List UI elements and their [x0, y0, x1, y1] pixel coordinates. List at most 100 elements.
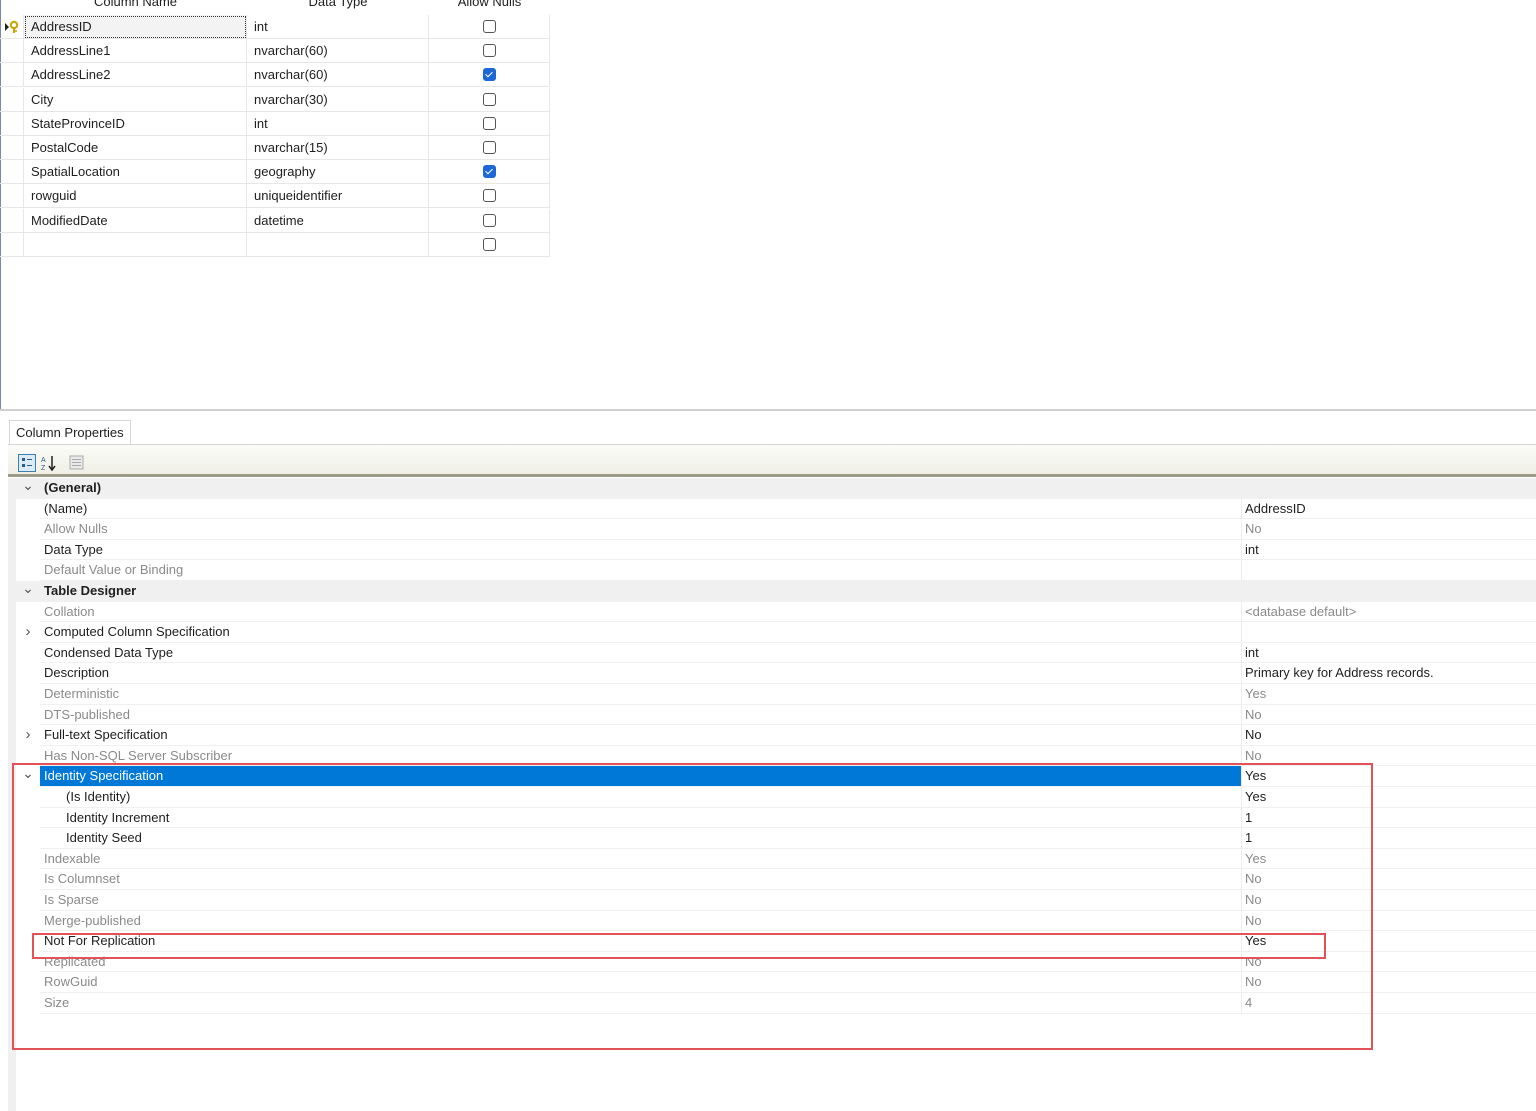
property-row[interactable]: Data Type int	[16, 539, 1536, 561]
column-name-cell[interactable]: AddressLine1	[24, 39, 247, 64]
data-type-cell[interactable]	[247, 232, 429, 257]
categorized-icon[interactable]	[18, 454, 36, 472]
property-row[interactable]: Description Primary key for Address recor…	[16, 663, 1536, 684]
row-selector[interactable]	[0, 184, 24, 209]
data-type-cell[interactable]: datetime	[247, 208, 429, 233]
row-selector[interactable]	[0, 87, 24, 112]
allow-nulls-checkbox[interactable]	[483, 141, 496, 154]
allow-nulls-checkbox[interactable]	[483, 116, 496, 130]
property-row[interactable]: Allow Nulls No	[16, 519, 1536, 540]
table-row[interactable]: rowguid uniqueidentifier	[0, 184, 550, 209]
data-type-cell[interactable]: int	[247, 111, 429, 136]
table-row[interactable]: AddressLine2 nvarchar(60)	[0, 63, 550, 88]
table-row[interactable]	[0, 232, 550, 257]
property-row[interactable]: › Full-text Specification No	[16, 725, 1536, 746]
allow-nulls-checkbox[interactable]	[483, 68, 496, 82]
tab-column-properties[interactable]: Column Properties	[9, 420, 131, 445]
table-row[interactable]: AddressLine1 nvarchar(60)	[0, 39, 550, 64]
property-row[interactable]: Indexable Yes	[16, 848, 1536, 870]
table-row[interactable]: StateProvinceID int	[0, 111, 550, 136]
row-selector[interactable]	[0, 39, 24, 64]
allow-nulls-checkbox[interactable]	[483, 165, 496, 179]
row-selector[interactable]	[0, 136, 24, 160]
property-row[interactable]: Not For Replication Yes	[16, 931, 1536, 952]
table-row[interactable]: AddressID int	[0, 15, 550, 39]
column-name-cell[interactable]: AddressLine2	[24, 63, 247, 88]
chevron-right-icon[interactable]: ›	[22, 624, 34, 639]
allow-nulls-checkbox[interactable]	[483, 44, 496, 58]
chevron-right-icon[interactable]: ›	[22, 727, 34, 742]
property-value[interactable]: Yes	[1245, 931, 1266, 951]
property-value[interactable]: AddressID	[1245, 499, 1306, 519]
chevron-down-icon[interactable]: ⌄	[22, 478, 34, 494]
property-row[interactable]: Deterministic Yes	[16, 684, 1536, 705]
property-row[interactable]: Collation <database default>	[16, 601, 1536, 623]
property-value[interactable]: No	[1245, 725, 1262, 745]
column-name-header[interactable]: Column Name	[24, 0, 247, 12]
table-row[interactable]: City nvarchar(30)	[0, 87, 550, 112]
alphabetical-sort-icon[interactable]: AZ	[40, 454, 58, 472]
property-row[interactable]: (Name) AddressID	[16, 498, 1536, 520]
property-row[interactable]: Identity Increment 1	[16, 807, 1536, 829]
row-selector[interactable]	[0, 15, 24, 39]
column-name-cell[interactable]: rowguid	[24, 184, 247, 209]
allow-nulls-checkbox[interactable]	[483, 213, 496, 227]
property-value[interactable]: int	[1245, 540, 1259, 560]
allow-nulls-checkbox[interactable]	[483, 20, 496, 33]
chevron-down-icon[interactable]: ⌄	[22, 766, 34, 782]
property-row[interactable]: Default Value or Binding	[16, 560, 1536, 581]
pane-splitter[interactable]	[0, 409, 1536, 411]
data-type-cell[interactable]: nvarchar(60)	[247, 63, 429, 88]
data-type-cell[interactable]: nvarchar(30)	[247, 87, 429, 112]
row-selector[interactable]	[0, 111, 24, 136]
chevron-down-icon[interactable]: ⌄	[22, 581, 34, 597]
column-name-cell[interactable]: PostalCode	[24, 136, 247, 160]
allow-nulls-checkbox[interactable]	[483, 92, 496, 106]
property-row[interactable]: Is Columnset No	[16, 869, 1536, 890]
property-row[interactable]: (Is Identity) Yes	[16, 787, 1536, 808]
property-category[interactable]: ⌄ Table Designer	[16, 581, 1536, 602]
data-type-cell[interactable]: uniqueidentifier	[247, 184, 429, 209]
property-value[interactable]: 1	[1245, 808, 1252, 828]
allow-nulls-header[interactable]: Allow Nulls	[429, 0, 550, 12]
property-row[interactable]: Condensed Data Type int	[16, 642, 1536, 664]
property-value[interactable]: Yes	[1245, 787, 1266, 807]
column-name-cell[interactable]: City	[24, 87, 247, 112]
row-selector[interactable]	[0, 208, 24, 233]
property-pages-icon[interactable]	[68, 454, 86, 472]
table-row[interactable]: ModifiedDate datetime	[0, 208, 550, 233]
allow-nulls-checkbox[interactable]	[483, 237, 496, 251]
data-type-header[interactable]: Data Type	[247, 0, 429, 12]
data-type-cell[interactable]: geography	[247, 160, 429, 185]
property-value[interactable]: Primary key for Address records.	[1245, 663, 1434, 683]
column-name-cell[interactable]: AddressID	[24, 15, 247, 39]
property-value: No	[1245, 953, 1262, 969]
property-value[interactable]: 1	[1245, 828, 1252, 848]
data-type-cell[interactable]: int	[247, 15, 429, 39]
table-row[interactable]: SpatialLocation geography	[0, 160, 550, 185]
property-value[interactable]: int	[1245, 643, 1259, 663]
row-selector[interactable]	[0, 63, 24, 88]
table-row[interactable]: PostalCode nvarchar(15)	[0, 136, 550, 160]
property-row[interactable]: Identity Seed 1	[16, 828, 1536, 849]
property-row[interactable]: Replicated No	[16, 951, 1536, 973]
property-row[interactable]: DTS-published No	[16, 704, 1536, 726]
row-selector[interactable]	[0, 160, 24, 185]
property-category[interactable]: ⌄ (General)	[16, 478, 1536, 499]
property-row[interactable]: Size 4	[16, 993, 1536, 1014]
column-name-cell[interactable]: SpatialLocation	[24, 160, 247, 185]
data-type-cell[interactable]: nvarchar(15)	[247, 136, 429, 160]
column-name-cell[interactable]	[24, 232, 247, 257]
property-row[interactable]: RowGuid No	[16, 972, 1536, 993]
allow-nulls-checkbox[interactable]	[483, 189, 496, 203]
column-name-cell[interactable]: StateProvinceID	[24, 111, 247, 136]
property-row[interactable]: Is Sparse No	[16, 890, 1536, 911]
column-name-cell[interactable]: ModifiedDate	[24, 208, 247, 233]
property-row[interactable]: › Computed Column Specification	[16, 622, 1536, 643]
data-type-cell[interactable]: nvarchar(60)	[247, 39, 429, 64]
property-row[interactable]: ⌄ Identity Specification Yes	[16, 766, 1536, 787]
property-row[interactable]: Has Non-SQL Server Subscriber No	[16, 745, 1536, 767]
property-row[interactable]: Merge-published No	[16, 910, 1536, 932]
property-value[interactable]: Yes	[1245, 766, 1266, 786]
row-selector[interactable]	[0, 232, 24, 257]
